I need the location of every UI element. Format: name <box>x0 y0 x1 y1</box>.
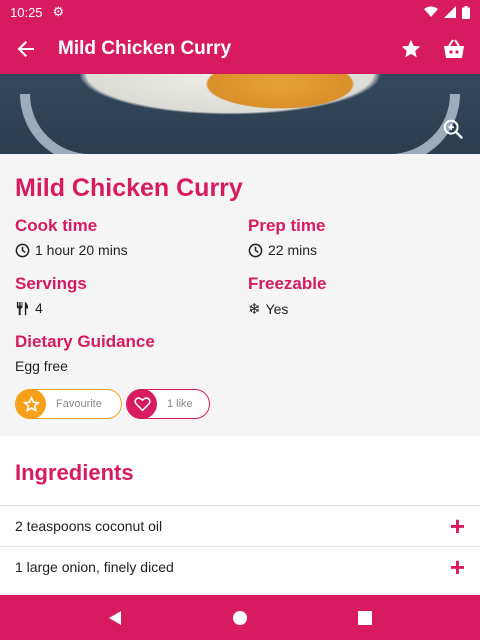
plate-rim <box>20 94 460 154</box>
freezable: Freezable ❄ Yes <box>248 274 326 318</box>
cutlery-icon <box>16 301 29 315</box>
settings-gear-icon: ⚙ <box>52 4 65 19</box>
nav-home-icon[interactable] <box>232 610 248 626</box>
freezable-label: Freezable <box>248 274 327 293</box>
prep-time-label: Prep time <box>248 216 326 235</box>
dietary-guidance: Dietary Guidance Egg free <box>15 332 155 374</box>
status-bar: 10:25 ⚙ <box>0 0 480 24</box>
ingredient-text: 2 teaspoons coconut oil <box>15 518 163 534</box>
servings-label: Servings <box>15 274 87 293</box>
prep-time-value: 22 mins <box>268 242 318 258</box>
ingredient-row[interactable]: 1 large onion, finely diced + <box>0 546 480 587</box>
recipe-hero-image <box>0 74 480 154</box>
plus-icon[interactable]: + <box>450 554 465 580</box>
cook-time: Cook time 1 hour 20 mins <box>15 216 128 258</box>
app-bar: Mild Chicken Curry <box>0 24 480 74</box>
favourite-label: Favourite <box>56 398 102 410</box>
star-icon[interactable] <box>400 38 422 60</box>
back-arrow-icon <box>17 41 34 57</box>
wifi-icon <box>424 6 438 17</box>
basket-icon[interactable] <box>442 38 466 60</box>
signal-icon <box>444 6 456 18</box>
clock-icon <box>248 243 263 257</box>
cook-time-label: Cook time <box>15 216 98 235</box>
freezable-value: Yes <box>265 301 289 317</box>
recipe-details: Mild Chicken Curry Cook time 1 hour 20 m… <box>0 154 480 436</box>
ingredient-row[interactable]: 2 teaspoons coconut oil + <box>0 505 480 546</box>
star-outline-icon <box>22 395 40 412</box>
prep-time: Prep time 22 mins <box>248 216 325 258</box>
zoom-in-icon[interactable] <box>442 118 464 140</box>
battery-icon <box>462 5 470 19</box>
plus-icon[interactable]: + <box>450 513 465 539</box>
clock-icon <box>15 243 30 257</box>
favourite-button[interactable]: Favourite <box>15 389 122 419</box>
nav-recents-icon[interactable] <box>358 610 372 625</box>
servings-value: 4 <box>35 300 43 316</box>
servings: Servings 4 <box>15 274 87 316</box>
dietary-label: Dietary Guidance <box>15 332 155 351</box>
recipe-title: Mild Chicken Curry <box>15 174 243 202</box>
heart-icon <box>133 397 151 412</box>
app-bar-title: Mild Chicken Curry <box>58 38 232 59</box>
dietary-value: Egg free <box>15 358 68 374</box>
status-icons <box>424 5 470 19</box>
ingredients-title: Ingredients <box>15 460 134 485</box>
back-button[interactable] <box>14 37 38 61</box>
status-time: 10:25 <box>10 4 43 20</box>
nav-back-icon[interactable] <box>108 610 122 626</box>
ingredients-section: Ingredients 2 teaspoons coconut oil + 1 … <box>0 436 480 595</box>
like-count: 1 like <box>167 398 193 410</box>
system-nav-bar <box>0 595 480 640</box>
snowflake-icon: ❄ <box>248 301 261 318</box>
ingredient-text: 1 large onion, finely diced <box>15 559 174 575</box>
cook-time-value: 1 hour 20 mins <box>35 242 128 258</box>
like-button[interactable]: 1 like <box>126 389 210 419</box>
